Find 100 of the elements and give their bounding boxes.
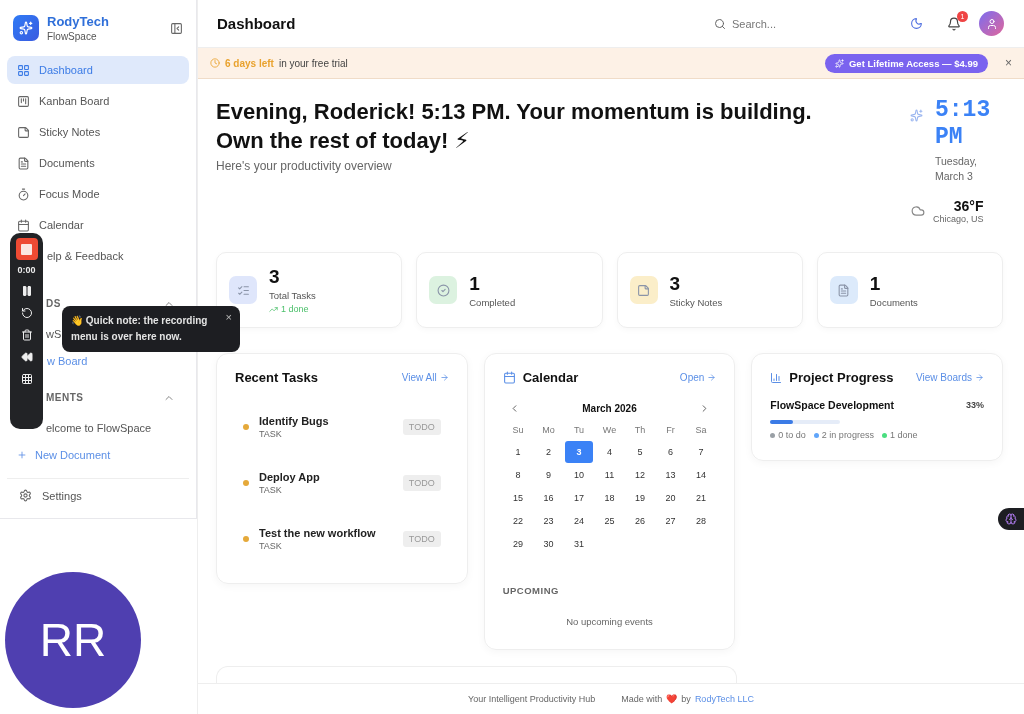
nav-item[interactable]: Calendar <box>7 211 189 239</box>
lifetime-access-button[interactable]: Get Lifetime Access — $4.99 <box>824 53 988 73</box>
stat-label: Sticky Notes <box>669 296 723 308</box>
calendar-day[interactable]: 12 <box>625 464 655 486</box>
moon-icon <box>910 17 923 30</box>
clock-icon <box>210 58 220 68</box>
calendar-day[interactable]: 9 <box>534 464 563 486</box>
calendar-day[interactable]: 5 <box>625 441 655 463</box>
task-type: TASK <box>259 429 283 439</box>
arrow-right-icon <box>975 373 984 382</box>
calendar-day[interactable]: 11 <box>595 464 624 486</box>
close-button[interactable]: × <box>1005 56 1012 70</box>
calendar-day[interactable]: 3 <box>564 441 594 463</box>
nav-item[interactable]: Kanban Board <box>7 87 189 115</box>
calendar-day[interactable]: 27 <box>656 510 685 532</box>
assistant-tab[interactable] <box>998 508 1024 530</box>
logo-icon <box>13 15 39 41</box>
pause-button[interactable] <box>20 285 33 297</box>
recording-time: 0:00 <box>17 265 36 275</box>
note-icon <box>17 125 30 139</box>
task-type: TASK <box>259 541 283 551</box>
stat-value: 3 <box>269 266 281 288</box>
weekday-label: Mo <box>541 424 556 437</box>
calendar-day[interactable]: 18 <box>595 487 624 509</box>
calendar-day[interactable]: 22 <box>503 510 533 532</box>
nav-item[interactable]: Documents <box>7 149 189 177</box>
user-avatar[interactable] <box>979 11 1004 36</box>
calendar-day[interactable]: 13 <box>656 464 685 486</box>
greeting-heading: Evening, Roderick! 5:13 PM. Your momentum is building. Own the rest of today! ⚡ <box>216 98 813 155</box>
calendar-day[interactable]: 26 <box>625 510 655 532</box>
calendar-day[interactable]: 8 <box>503 464 533 486</box>
calendar-day[interactable]: 15 <box>503 487 533 509</box>
calendar-day[interactable]: 6 <box>656 441 685 463</box>
progress-percent: 33% <box>966 400 984 410</box>
calendar-day[interactable]: 28 <box>686 510 716 532</box>
stat-label: Total Tasks <box>269 290 316 301</box>
calendar-day[interactable]: 30 <box>534 533 563 555</box>
nav-item[interactable]: Sticky Notes <box>7 118 189 146</box>
calendar-day[interactable]: 1 <box>503 441 533 463</box>
calendar-day[interactable]: 16 <box>534 487 563 509</box>
calendar-day[interactable]: 14 <box>686 464 716 486</box>
calendar-day[interactable]: 29 <box>503 533 533 555</box>
collapse-sidebar-icon[interactable] <box>170 21 183 35</box>
weekday-label: Tu <box>572 424 586 437</box>
calendar-day[interactable]: 20 <box>656 487 685 509</box>
trial-text: in your free trial <box>278 57 349 69</box>
calendar-day[interactable]: 21 <box>686 487 716 509</box>
stat-value: 1 <box>869 272 882 295</box>
delete-button[interactable] <box>20 329 33 341</box>
clock-time: 5:13 PM <box>935 97 992 151</box>
clock-date: Tuesday, March 3 <box>935 154 979 184</box>
calendar-day[interactable]: 10 <box>564 464 594 486</box>
search-field[interactable]: Search... <box>732 15 862 32</box>
calendar-icon <box>17 218 30 232</box>
task-title: Test the new workflow <box>259 527 377 539</box>
nav-item[interactable]: Focus Mode <box>7 180 189 208</box>
weekday-label: Su <box>511 424 525 437</box>
calendar-day[interactable]: 31 <box>564 533 594 555</box>
close-button[interactable]: × <box>225 311 232 323</box>
stat-note: 1 done <box>269 304 316 314</box>
calendar-day[interactable]: 23 <box>534 510 563 532</box>
brain-icon <box>1005 513 1017 525</box>
product-name: FlowSpace <box>47 31 98 42</box>
calendar-day[interactable]: 7 <box>686 441 716 463</box>
stop-button[interactable] <box>15 238 38 260</box>
card-title: Project Progress <box>789 370 895 385</box>
calendar-day[interactable]: 17 <box>564 487 594 509</box>
kanban-icon <box>17 94 30 108</box>
legend-item: 0 to do <box>770 430 806 440</box>
temperature: 36°F <box>953 198 984 214</box>
stat-value: 3 <box>669 272 682 295</box>
stat-label: Documents <box>869 296 918 308</box>
calendar-day[interactable]: 4 <box>595 441 624 463</box>
status-tag: TODO <box>402 531 441 547</box>
restart-button[interactable] <box>20 307 33 319</box>
section-title: MENTS <box>46 392 84 404</box>
calendar-day[interactable]: 24 <box>564 510 594 532</box>
calendar-day[interactable]: 19 <box>625 487 655 509</box>
stopwatch-icon <box>17 187 30 201</box>
greeting-subtitle: Here's your productivity overview <box>216 159 393 173</box>
trend-up-icon <box>269 304 278 314</box>
tooltip-text: 👋 Quick note: the recording menu is over here now. <box>71 314 209 344</box>
calendar-day[interactable]: 2 <box>534 441 563 463</box>
card-title: Recent Tasks <box>235 370 319 385</box>
grid-icon <box>17 63 30 77</box>
user-initials-badge: RR <box>5 572 141 708</box>
rewind-button[interactable] <box>20 351 33 363</box>
sidebar-entry[interactable]: elcome to FlowSpace <box>7 414 189 441</box>
cloud-icon <box>911 204 925 218</box>
task-type: TASK <box>259 485 283 495</box>
plus-icon <box>17 449 27 460</box>
section-title: DS <box>46 298 61 310</box>
stat-value: 1 <box>469 272 481 295</box>
settings-item[interactable]: Settings <box>7 478 189 506</box>
stat-label: Completed <box>469 296 516 308</box>
grid-button[interactable] <box>20 373 33 385</box>
calendar-day[interactable]: 25 <box>595 510 624 532</box>
search-icon <box>714 17 726 30</box>
sparkle-icon <box>834 58 844 68</box>
card-title: Calendar <box>522 370 580 385</box>
